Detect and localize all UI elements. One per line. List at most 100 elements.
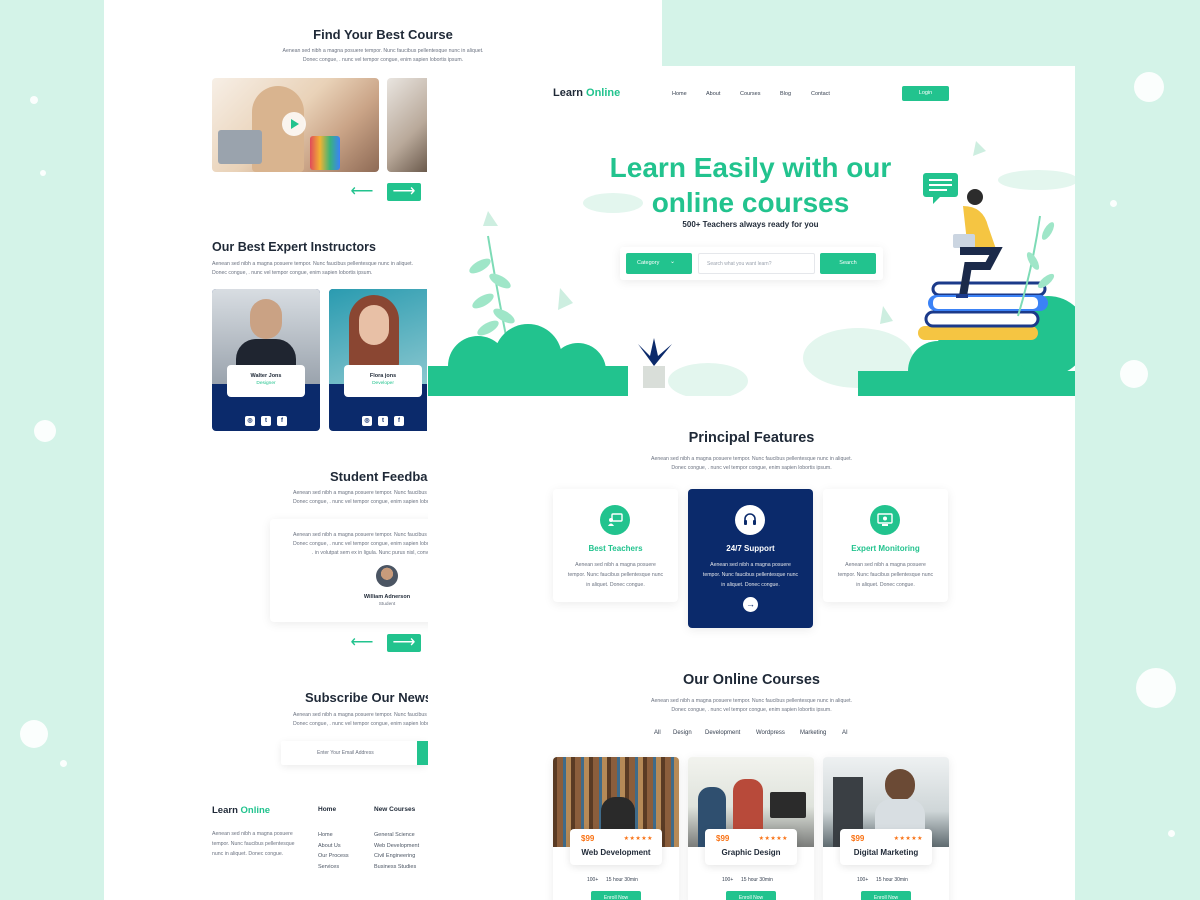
- footer-col-title: New Courses: [374, 806, 416, 813]
- brand-learn: Learn: [212, 805, 238, 816]
- facebook-icon[interactable]: f: [277, 416, 287, 426]
- course-card[interactable]: $99 ★★★★★ Web Development 100+ 15 hour 3…: [553, 757, 679, 900]
- teacher-board-icon: [600, 505, 630, 535]
- course-price: $99: [716, 834, 730, 843]
- desc-line: Aenean sed nibh a magna posuere tempor. …: [212, 261, 414, 267]
- prev-arrow-icon[interactable]: ⟵: [347, 184, 377, 200]
- features-title: Principal Features: [688, 430, 815, 446]
- desc-line: Donec congue, . nunc vel tempor congue, …: [671, 707, 832, 713]
- instructor-card[interactable]: Walter Jons Designer ◎ t f: [212, 289, 320, 431]
- decor-bubble: [60, 760, 67, 767]
- facebook-icon[interactable]: f: [394, 416, 404, 426]
- desc-line: Donec congue, . nunc vel tempor congue, …: [212, 270, 373, 276]
- footer-link[interactable]: General Science: [374, 830, 419, 841]
- footer-links: General Science Web Development Civil En…: [374, 830, 419, 872]
- feature-desc: Aenean sed nibh a magna posuere tempor. …: [698, 560, 803, 590]
- potted-plant: [638, 338, 672, 388]
- feature-title: Best Teachers: [588, 544, 643, 553]
- twitter-icon[interactable]: t: [378, 416, 388, 426]
- about-line: Aenean sed nibh a magna posuere: [212, 831, 293, 837]
- newsletter-email-field[interactable]: Enter Your Email Address: [281, 741, 426, 765]
- decor-bubble: [1168, 830, 1175, 837]
- course-duration: 15 hour 30min: [606, 877, 638, 883]
- course-card[interactable]: $99 ★★★★★ Graphic Design 100+ 15 hour 30…: [688, 757, 814, 900]
- twitter-icon[interactable]: t: [261, 416, 271, 426]
- footer-about: Aenean sed nibh a magna posuere tempor. …: [212, 829, 294, 859]
- decor-bubble: [1120, 360, 1148, 388]
- tab-marketing[interactable]: Marketing: [800, 730, 826, 736]
- decor-bubble: [34, 420, 56, 442]
- footer-col-title: Home: [318, 806, 337, 813]
- arrow-right-icon[interactable]: →: [743, 597, 758, 612]
- next-arrow-button[interactable]: ⟶: [387, 183, 421, 201]
- find-course-desc: Aenean sed nibh a magna posuere tempor. …: [104, 47, 662, 65]
- features-desc: Aenean sed nibh a magna posuere tempor. …: [428, 455, 1075, 473]
- feature-card-monitoring[interactable]: Expert Monitoring Aenean sed nibh a magn…: [823, 489, 948, 602]
- desc-line: Donec congue, . nunc vel tempor congue, …: [671, 465, 832, 471]
- course-price-box: $99 ★★★★★ Digital Marketing: [840, 829, 932, 865]
- course-card[interactable]: $99 ★★★★★ Digital Marketing 100+ 15 hour…: [823, 757, 949, 900]
- reviewer-role: Student: [378, 602, 396, 607]
- monitor-icon: [870, 505, 900, 535]
- feature-card-support[interactable]: 24/7 Support Aenean sed nibh a magna pos…: [688, 489, 813, 628]
- feature-title: 24/7 Support: [726, 544, 775, 553]
- footer-link[interactable]: Our Process: [318, 851, 349, 862]
- instructors-title: Our Best Expert Instructors: [212, 240, 376, 254]
- course-duration: 15 hour 30min: [876, 877, 908, 883]
- instructor-role: Designer: [256, 381, 276, 386]
- instructor-nameplate: Flora jons Developer: [344, 365, 422, 397]
- decor-bubble: [40, 170, 46, 176]
- footer-links: Home About Us Our Process Services: [318, 830, 349, 872]
- enroll-button[interactable]: Enroll Now: [726, 891, 776, 900]
- course-students: 100+: [857, 877, 869, 883]
- instructor-nameplate: Walter Jons Designer: [227, 365, 305, 397]
- course-video-thumb[interactable]: [387, 78, 427, 172]
- desc-line: tempor. Nunc faucibus pellentesque nunc: [837, 572, 934, 578]
- tab-design[interactable]: Design: [673, 730, 692, 736]
- course-students: 100+: [722, 877, 734, 883]
- prev-arrow-icon[interactable]: ⟵: [347, 635, 377, 651]
- tab-development[interactable]: Development: [705, 730, 740, 736]
- tab-ai[interactable]: AI: [842, 730, 848, 736]
- instructor-role: Developer: [372, 381, 394, 386]
- course-name: Web Development: [581, 848, 651, 857]
- course-video-thumb[interactable]: [212, 78, 379, 172]
- desc-line: Aenean sed nibh a magna posuere: [845, 562, 926, 568]
- courses-desc: Aenean sed nibh a magna posuere tempor. …: [428, 697, 1075, 715]
- desc-line: Aenean sed nibh a magna posuere tempor. …: [650, 456, 852, 462]
- about-line: tempor. Nunc faucibus pellentesque: [212, 841, 295, 847]
- next-arrow-button[interactable]: ⟶: [387, 634, 421, 652]
- footer-link[interactable]: Civil Engineering: [374, 851, 419, 862]
- footer-link[interactable]: Services: [318, 862, 349, 873]
- tab-all[interactable]: All: [654, 730, 661, 736]
- desc-line: in aliquet. Donec congue.: [721, 582, 780, 588]
- chat-bubble-icon: [923, 173, 958, 204]
- play-icon[interactable]: [282, 112, 306, 136]
- desc-line: Donec congue, . nunc vel tempor congue, …: [302, 57, 464, 63]
- front-page: Learn Online Home About Courses Blog Con…: [428, 66, 1075, 900]
- feature-desc: Aenean sed nibh a magna posuere tempor. …: [833, 560, 938, 590]
- instructor-card[interactable]: Flora jons Developer ◎ t f: [329, 289, 427, 431]
- pencil-cup: [310, 136, 340, 170]
- course-price: $99: [581, 834, 595, 843]
- desc-line: Aenean sed nibh a magna posuere tempor. …: [282, 48, 484, 54]
- instagram-icon[interactable]: ◎: [245, 416, 255, 426]
- social-links: ◎ t f: [212, 409, 320, 427]
- footer-link[interactable]: About Us: [318, 841, 349, 852]
- decor-bubble: [1136, 668, 1176, 708]
- footer-link[interactable]: Business Studies: [374, 862, 419, 873]
- desc-line: tempor. Nunc faucibus pellentesque nunc: [567, 572, 664, 578]
- enroll-button[interactable]: Enroll Now: [591, 891, 641, 900]
- star-rating-icon: ★★★★★: [758, 836, 788, 842]
- instagram-icon[interactable]: ◎: [362, 416, 372, 426]
- laptop-shape: [218, 130, 262, 164]
- book-stack: [918, 281, 1048, 340]
- footer-link[interactable]: Web Development: [374, 841, 419, 852]
- tab-wordpress[interactable]: Wordpress: [756, 730, 785, 736]
- feature-card-best-teachers[interactable]: Best Teachers Aenean sed nibh a magna po…: [553, 489, 678, 602]
- newsletter-title: Subscribe Our Newsl: [305, 690, 436, 705]
- footer-link[interactable]: Home: [318, 830, 349, 841]
- enroll-button[interactable]: Enroll Now: [861, 891, 911, 900]
- feedback-title: Student Feedbac: [330, 469, 435, 484]
- footer-brand[interactable]: Learn Online: [212, 805, 270, 816]
